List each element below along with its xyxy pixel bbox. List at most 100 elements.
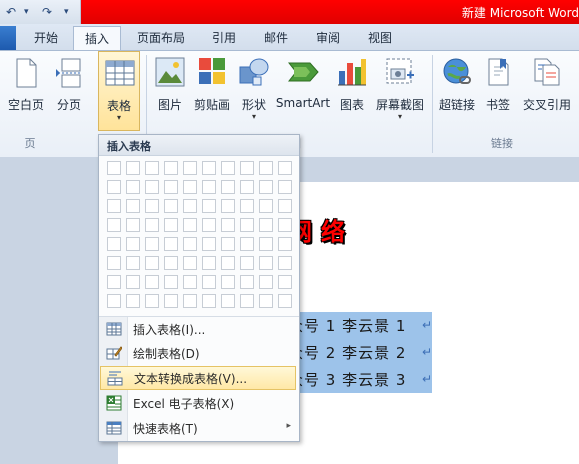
- table-grid-cell[interactable]: [164, 218, 178, 232]
- table-grid-cell[interactable]: [183, 275, 197, 289]
- tab-view[interactable]: 视图: [360, 26, 400, 50]
- customize-qat-button[interactable]: ▾: [64, 4, 69, 20]
- table-grid-cell[interactable]: [126, 256, 140, 270]
- table-grid-cell[interactable]: [278, 294, 292, 308]
- smartart-button[interactable]: SmartArt: [274, 51, 332, 131]
- undo-button[interactable]: ↶: [6, 4, 16, 20]
- blank-page-button[interactable]: 空白页: [4, 51, 48, 131]
- table-grid-cell[interactable]: [278, 199, 292, 213]
- table-grid-cell[interactable]: [259, 180, 273, 194]
- table-grid-cell[interactable]: [164, 237, 178, 251]
- menu-item-quick-tables[interactable]: 快速表格(T) ▸: [99, 416, 299, 440]
- table-grid-cell[interactable]: [202, 237, 216, 251]
- undo-dropdown-arrow[interactable]: ▾: [24, 4, 29, 20]
- table-grid-cell[interactable]: [259, 294, 273, 308]
- table-grid-cell[interactable]: [259, 161, 273, 175]
- redo-button[interactable]: ↷: [42, 4, 52, 20]
- table-grid-cell[interactable]: [183, 294, 197, 308]
- table-grid-cell[interactable]: [221, 218, 235, 232]
- shapes-button[interactable]: 形状 ▾: [236, 51, 272, 131]
- screenshot-button[interactable]: 屏幕截图 ▾: [372, 51, 428, 131]
- table-grid-cell[interactable]: [126, 275, 140, 289]
- table-grid-cell[interactable]: [259, 256, 273, 270]
- table-grid-cell[interactable]: [278, 218, 292, 232]
- table-grid-cell[interactable]: [164, 180, 178, 194]
- table-grid-cell[interactable]: [259, 218, 273, 232]
- table-grid-cell[interactable]: [183, 199, 197, 213]
- bookmark-button[interactable]: 书签: [480, 51, 516, 131]
- table-grid-cell[interactable]: [164, 275, 178, 289]
- table-grid-cell[interactable]: [183, 218, 197, 232]
- menu-item-excel-spreadsheet[interactable]: Excel 电子表格(X): [99, 391, 299, 415]
- table-grid-cell[interactable]: [107, 180, 121, 194]
- table-grid-cell[interactable]: [183, 180, 197, 194]
- tab-mailings[interactable]: 邮件: [256, 26, 296, 50]
- menu-item-insert-table[interactable]: 插入表格(I)...: [99, 317, 299, 341]
- table-size-grid[interactable]: [107, 161, 295, 313]
- clip-art-button[interactable]: 剪贴画: [190, 51, 234, 131]
- page-break-button[interactable]: 分页: [50, 51, 88, 131]
- table-grid-cell[interactable]: [221, 294, 235, 308]
- table-grid-cell[interactable]: [259, 275, 273, 289]
- table-grid-cell[interactable]: [164, 256, 178, 270]
- table-grid-cell[interactable]: [202, 180, 216, 194]
- tab-review[interactable]: 审阅: [308, 26, 348, 50]
- table-grid-cell[interactable]: [278, 237, 292, 251]
- table-grid-cell[interactable]: [145, 218, 159, 232]
- table-grid-cell[interactable]: [164, 294, 178, 308]
- table-grid-cell[interactable]: [145, 237, 159, 251]
- table-grid-cell[interactable]: [126, 294, 140, 308]
- table-grid-cell[interactable]: [107, 237, 121, 251]
- table-grid-cell[interactable]: [145, 199, 159, 213]
- table-grid-cell[interactable]: [183, 161, 197, 175]
- table-grid-cell[interactable]: [278, 161, 292, 175]
- table-grid-cell[interactable]: [221, 180, 235, 194]
- table-grid-cell[interactable]: [145, 294, 159, 308]
- menu-item-draw-table[interactable]: 绘制表格(D): [99, 341, 299, 365]
- table-grid-cell[interactable]: [278, 256, 292, 270]
- table-grid-cell[interactable]: [183, 237, 197, 251]
- table-grid-cell[interactable]: [164, 199, 178, 213]
- picture-button[interactable]: 图片: [152, 51, 188, 131]
- tab-references[interactable]: 引用: [204, 26, 244, 50]
- table-grid-cell[interactable]: [202, 218, 216, 232]
- table-grid-cell[interactable]: [202, 275, 216, 289]
- table-grid-cell[interactable]: [107, 161, 121, 175]
- table-grid-cell[interactable]: [107, 218, 121, 232]
- table-grid-cell[interactable]: [183, 256, 197, 270]
- cross-reference-button[interactable]: 交叉引用: [518, 51, 576, 131]
- table-grid-cell[interactable]: [240, 294, 254, 308]
- table-grid-cell[interactable]: [221, 256, 235, 270]
- table-grid-cell[interactable]: [107, 294, 121, 308]
- table-grid-cell[interactable]: [107, 256, 121, 270]
- table-grid-cell[interactable]: [126, 218, 140, 232]
- table-grid-cell[interactable]: [221, 161, 235, 175]
- table-grid-cell[interactable]: [240, 199, 254, 213]
- hyperlink-button[interactable]: 超链接: [436, 51, 478, 131]
- table-grid-cell[interactable]: [202, 161, 216, 175]
- tab-insert[interactable]: 插入: [73, 26, 121, 52]
- table-grid-cell[interactable]: [240, 237, 254, 251]
- menu-item-text-to-table[interactable]: 文本转换成表格(V)...: [100, 366, 296, 390]
- table-grid-cell[interactable]: [240, 180, 254, 194]
- table-grid-cell[interactable]: [259, 199, 273, 213]
- table-grid-cell[interactable]: [278, 180, 292, 194]
- table-grid-cell[interactable]: [145, 180, 159, 194]
- table-grid-cell[interactable]: [202, 256, 216, 270]
- chart-button[interactable]: 图表: [334, 51, 370, 131]
- table-grid-cell[interactable]: [240, 275, 254, 289]
- table-grid-cell[interactable]: [145, 275, 159, 289]
- table-grid-cell[interactable]: [278, 275, 292, 289]
- table-grid-cell[interactable]: [164, 161, 178, 175]
- table-grid-cell[interactable]: [145, 256, 159, 270]
- table-grid-cell[interactable]: [202, 199, 216, 213]
- table-grid-cell[interactable]: [221, 199, 235, 213]
- table-grid-cell[interactable]: [126, 161, 140, 175]
- table-grid-cell[interactable]: [240, 218, 254, 232]
- table-grid-cell[interactable]: [240, 161, 254, 175]
- table-grid-cell[interactable]: [107, 199, 121, 213]
- table-grid-cell[interactable]: [126, 237, 140, 251]
- table-grid-cell[interactable]: [107, 275, 121, 289]
- table-grid-cell[interactable]: [221, 275, 235, 289]
- table-grid-cell[interactable]: [126, 199, 140, 213]
